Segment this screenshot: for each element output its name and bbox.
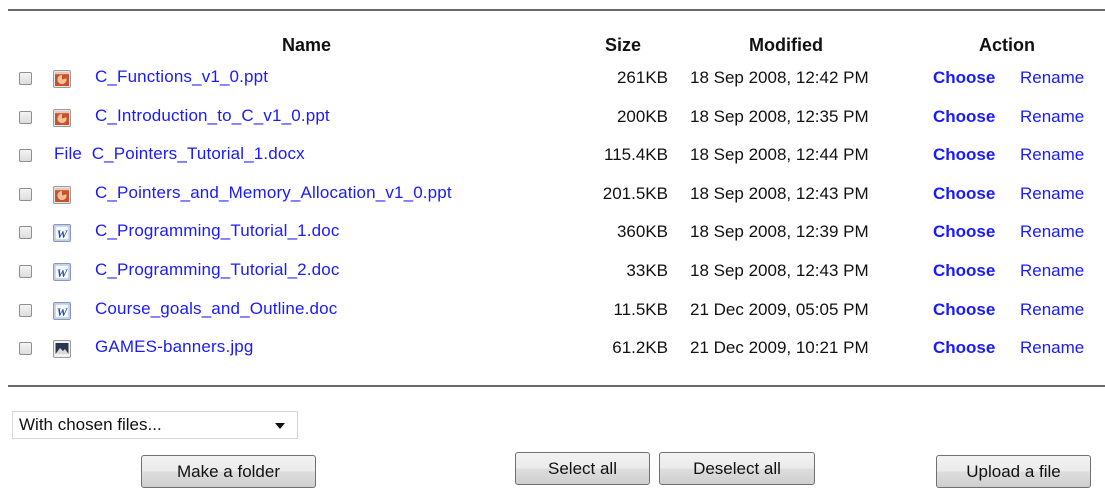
- file-row: C_Functions_v1_0.ppt 261KB 18 Sep 2008, 12…: [0, 62, 1105, 100]
- choose-link[interactable]: Choose: [933, 184, 995, 204]
- choose-link[interactable]: Choose: [933, 300, 995, 320]
- file-row: W C_Programming_Tutorial_1.doc 360KB 18 Sep…: [0, 216, 1105, 254]
- select-all-button[interactable]: Select all: [515, 452, 650, 485]
- file-modified: 21 Dec 2009, 10:21 PM: [690, 338, 869, 358]
- file-name-link[interactable]: C_Pointers_and_Memory_Allocation_v1_0.pp…: [95, 183, 452, 203]
- bulk-action-select[interactable]: With chosen files...: [12, 411, 298, 439]
- file-name-link[interactable]: File C_Pointers_Tutorial_1.docx: [54, 144, 305, 164]
- file-checkbox[interactable]: [19, 110, 32, 124]
- rename-link[interactable]: Rename: [1020, 222, 1084, 242]
- choose-link[interactable]: Choose: [933, 261, 995, 281]
- file-row: W Course_goals_and_Outline.doc 11.5KB 21 De…: [0, 294, 1105, 332]
- file-row: GAMES-banners.jpg 61.2KB 21 Dec 2009, 10:2…: [0, 332, 1105, 370]
- word-icon: W: [53, 224, 71, 243]
- file-modified: 18 Sep 2008, 12:43 PM: [690, 183, 869, 203]
- file-name-link[interactable]: C_Introduction_to_C_v1_0.ppt: [95, 106, 330, 126]
- upload-file-button[interactable]: Upload a file: [936, 455, 1091, 488]
- rename-link[interactable]: Rename: [1020, 184, 1084, 204]
- choose-link[interactable]: Choose: [933, 338, 995, 358]
- svg-text:W: W: [57, 266, 69, 280]
- file-size: 61.2KB: [612, 338, 668, 358]
- rename-link[interactable]: Rename: [1020, 338, 1084, 358]
- powerpoint-icon: [53, 108, 71, 127]
- file-size: 200KB: [616, 106, 668, 126]
- rename-link[interactable]: Rename: [1020, 68, 1084, 88]
- word-icon: W: [53, 301, 71, 320]
- file-checkbox[interactable]: [19, 149, 32, 163]
- file-checkbox[interactable]: [19, 226, 32, 240]
- rename-link[interactable]: Rename: [1020, 145, 1084, 165]
- file-list: C_Functions_v1_0.ppt 261KB 18 Sep 2008, 12…: [0, 0, 1105, 380]
- svg-text:W: W: [57, 305, 69, 319]
- file-name-link[interactable]: C_Programming_Tutorial_2.doc: [95, 260, 340, 280]
- file-checkbox[interactable]: [19, 265, 32, 278]
- file-size: 360KB: [616, 222, 668, 242]
- file-size: 115.4KB: [604, 145, 668, 165]
- deselect-all-button[interactable]: Deselect all: [659, 452, 815, 485]
- file-checkbox[interactable]: [19, 187, 32, 201]
- file-modified: 18 Sep 2008, 12:39 PM: [690, 222, 869, 242]
- choose-link[interactable]: Choose: [933, 145, 995, 165]
- bottom-divider: [8, 385, 1105, 387]
- rename-link[interactable]: Rename: [1020, 261, 1084, 281]
- chevron-down-icon: [275, 423, 285, 429]
- file-row: File C_Pointers_Tutorial_1.docx 115.4KB 18…: [0, 139, 1105, 177]
- file-name-link[interactable]: C_Functions_v1_0.ppt: [95, 67, 268, 87]
- file-size: 201.5KB: [602, 183, 668, 203]
- file-name-link[interactable]: Course_goals_and_Outline.doc: [95, 299, 337, 319]
- file-checkbox[interactable]: [19, 72, 32, 85]
- word-icon: W: [53, 263, 71, 281]
- file-modified: 18 Sep 2008, 12:42 PM: [690, 68, 869, 87]
- bulk-action-selected-label: With chosen files...: [19, 415, 162, 434]
- rename-link[interactable]: Rename: [1020, 107, 1084, 127]
- choose-link[interactable]: Choose: [933, 107, 995, 127]
- powerpoint-icon: [53, 70, 71, 88]
- powerpoint-icon: [53, 185, 71, 204]
- svg-text:W: W: [57, 227, 69, 241]
- file-size: 261KB: [616, 68, 668, 87]
- file-name-link[interactable]: C_Programming_Tutorial_1.doc: [95, 221, 340, 241]
- file-row: C_Pointers_and_Memory_Allocation_v1_0.pp…: [0, 178, 1105, 216]
- file-size: 33KB: [626, 261, 668, 280]
- file-row: C_Introduction_to_C_v1_0.ppt 200KB 18 Sep …: [0, 101, 1105, 139]
- file-checkbox[interactable]: [19, 342, 32, 356]
- file-modified: 18 Sep 2008, 12:44 PM: [690, 145, 869, 165]
- make-folder-button[interactable]: Make a folder: [141, 455, 316, 488]
- file-modified: 21 Dec 2009, 05:05 PM: [690, 299, 869, 319]
- rename-link[interactable]: Rename: [1020, 300, 1084, 320]
- file-modified: 18 Sep 2008, 12:35 PM: [690, 106, 869, 126]
- file-checkbox[interactable]: [19, 303, 32, 317]
- file-size: 11.5KB: [613, 299, 668, 319]
- file-row: W C_Programming_Tutorial_2.doc 33KB 18 Sep …: [0, 255, 1105, 293]
- file-name-link[interactable]: GAMES-banners.jpg: [95, 337, 253, 357]
- choose-link[interactable]: Choose: [933, 68, 995, 88]
- file-modified: 18 Sep 2008, 12:43 PM: [690, 261, 869, 280]
- choose-link[interactable]: Choose: [933, 222, 995, 242]
- image-icon: [53, 340, 71, 359]
